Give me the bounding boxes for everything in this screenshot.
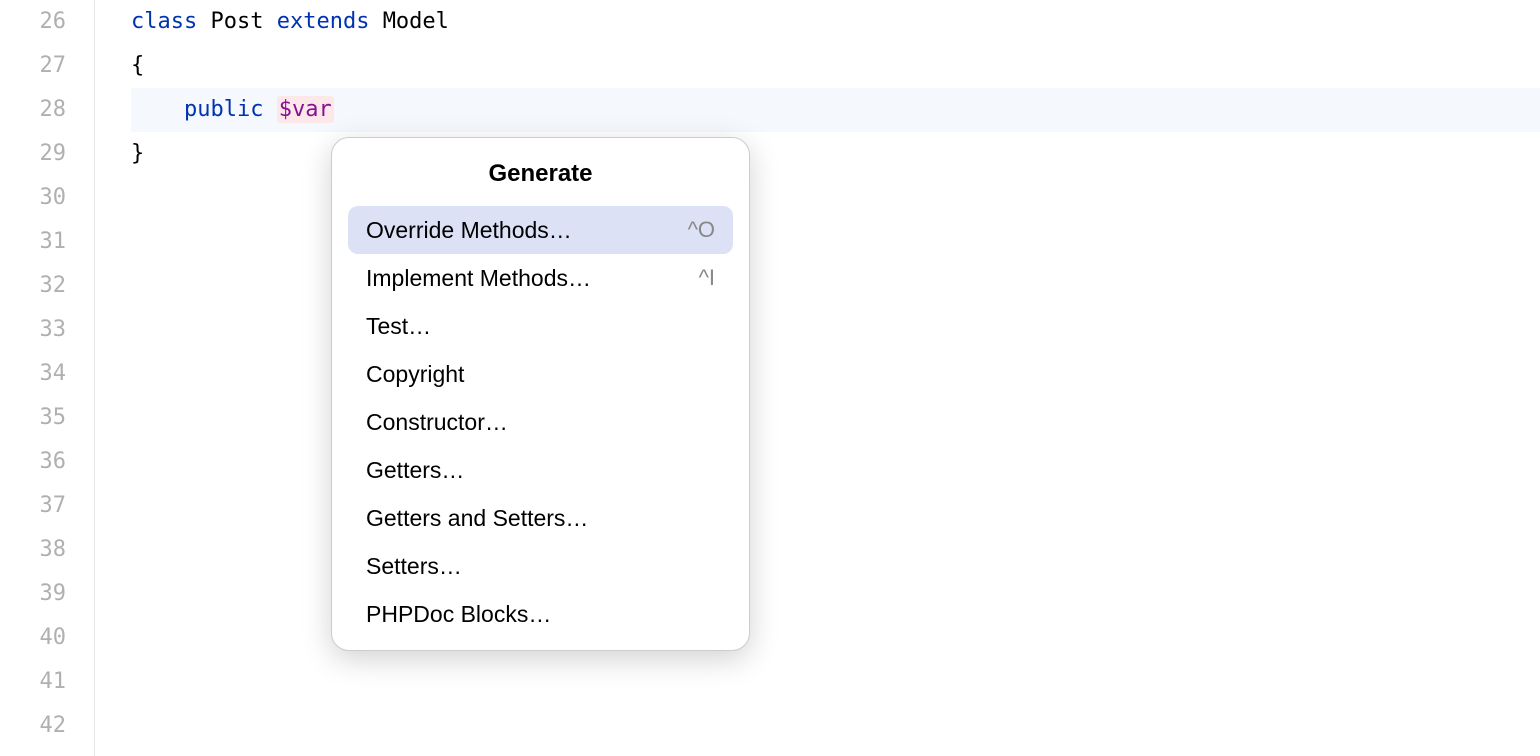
popup-item-label: Getters…	[366, 456, 464, 484]
line-number: 27	[0, 44, 66, 88]
class-name: Post	[210, 9, 263, 34]
popup-item-getters[interactable]: Getters…	[348, 446, 733, 494]
popup-item-test[interactable]: Test…	[348, 302, 733, 350]
line-number: 40	[0, 616, 66, 660]
parent-class: Model	[383, 9, 449, 34]
brace-close: }	[131, 141, 144, 166]
line-number: 39	[0, 572, 66, 616]
popup-item-shortcut: ^O	[688, 216, 715, 244]
line-number: 34	[0, 352, 66, 396]
line-number: 36	[0, 440, 66, 484]
brace-open: {	[131, 53, 144, 78]
generate-popup: Generate Override Methods… ^O Implement …	[331, 137, 750, 651]
variable: $var	[277, 96, 334, 123]
popup-item-label: PHPDoc Blocks…	[366, 600, 551, 628]
line-number: 28	[0, 88, 66, 132]
line-number: 38	[0, 528, 66, 572]
popup-list: Override Methods… ^O Implement Methods… …	[332, 206, 749, 638]
popup-item-label: Test…	[366, 312, 431, 340]
editor-container: 26 27 28 29 30 31 32 33 34 35 36 37 38 3…	[0, 0, 1540, 756]
popup-item-label: Setters…	[366, 552, 462, 580]
popup-title: Generate	[332, 138, 749, 206]
code-area[interactable]: class Post extends Model { public $var }	[95, 0, 1540, 756]
keyword-extends: extends	[277, 9, 370, 34]
popup-item-label: Constructor…	[366, 408, 508, 436]
line-number: 29	[0, 132, 66, 176]
line-number: 31	[0, 220, 66, 264]
code-line-current[interactable]: public $var	[131, 88, 1540, 132]
line-number: 41	[0, 660, 66, 704]
popup-item-copyright[interactable]: Copyright	[348, 350, 733, 398]
line-number: 33	[0, 308, 66, 352]
popup-item-label: Getters and Setters…	[366, 504, 588, 532]
line-number: 30	[0, 176, 66, 220]
code-line[interactable]	[131, 704, 1540, 748]
keyword-class: class	[131, 9, 197, 34]
popup-item-setters[interactable]: Setters…	[348, 542, 733, 590]
popup-item-label: Override Methods…	[366, 216, 572, 244]
popup-item-getters-setters[interactable]: Getters and Setters…	[348, 494, 733, 542]
code-line[interactable]: {	[131, 44, 1540, 88]
keyword-public: public	[184, 97, 263, 122]
popup-item-label: Implement Methods…	[366, 264, 591, 292]
popup-item-override-methods[interactable]: Override Methods… ^O	[348, 206, 733, 254]
popup-item-implement-methods[interactable]: Implement Methods… ^I	[348, 254, 733, 302]
popup-item-shortcut: ^I	[699, 264, 715, 292]
code-line[interactable]: class Post extends Model	[131, 0, 1540, 44]
popup-item-phpdoc-blocks[interactable]: PHPDoc Blocks…	[348, 590, 733, 638]
popup-item-constructor[interactable]: Constructor…	[348, 398, 733, 446]
code-line[interactable]	[131, 660, 1540, 704]
line-number: 37	[0, 484, 66, 528]
line-number: 26	[0, 0, 66, 44]
line-number: 32	[0, 264, 66, 308]
gutter: 26 27 28 29 30 31 32 33 34 35 36 37 38 3…	[0, 0, 95, 756]
line-number: 42	[0, 704, 66, 748]
popup-item-label: Copyright	[366, 360, 464, 388]
line-number: 35	[0, 396, 66, 440]
